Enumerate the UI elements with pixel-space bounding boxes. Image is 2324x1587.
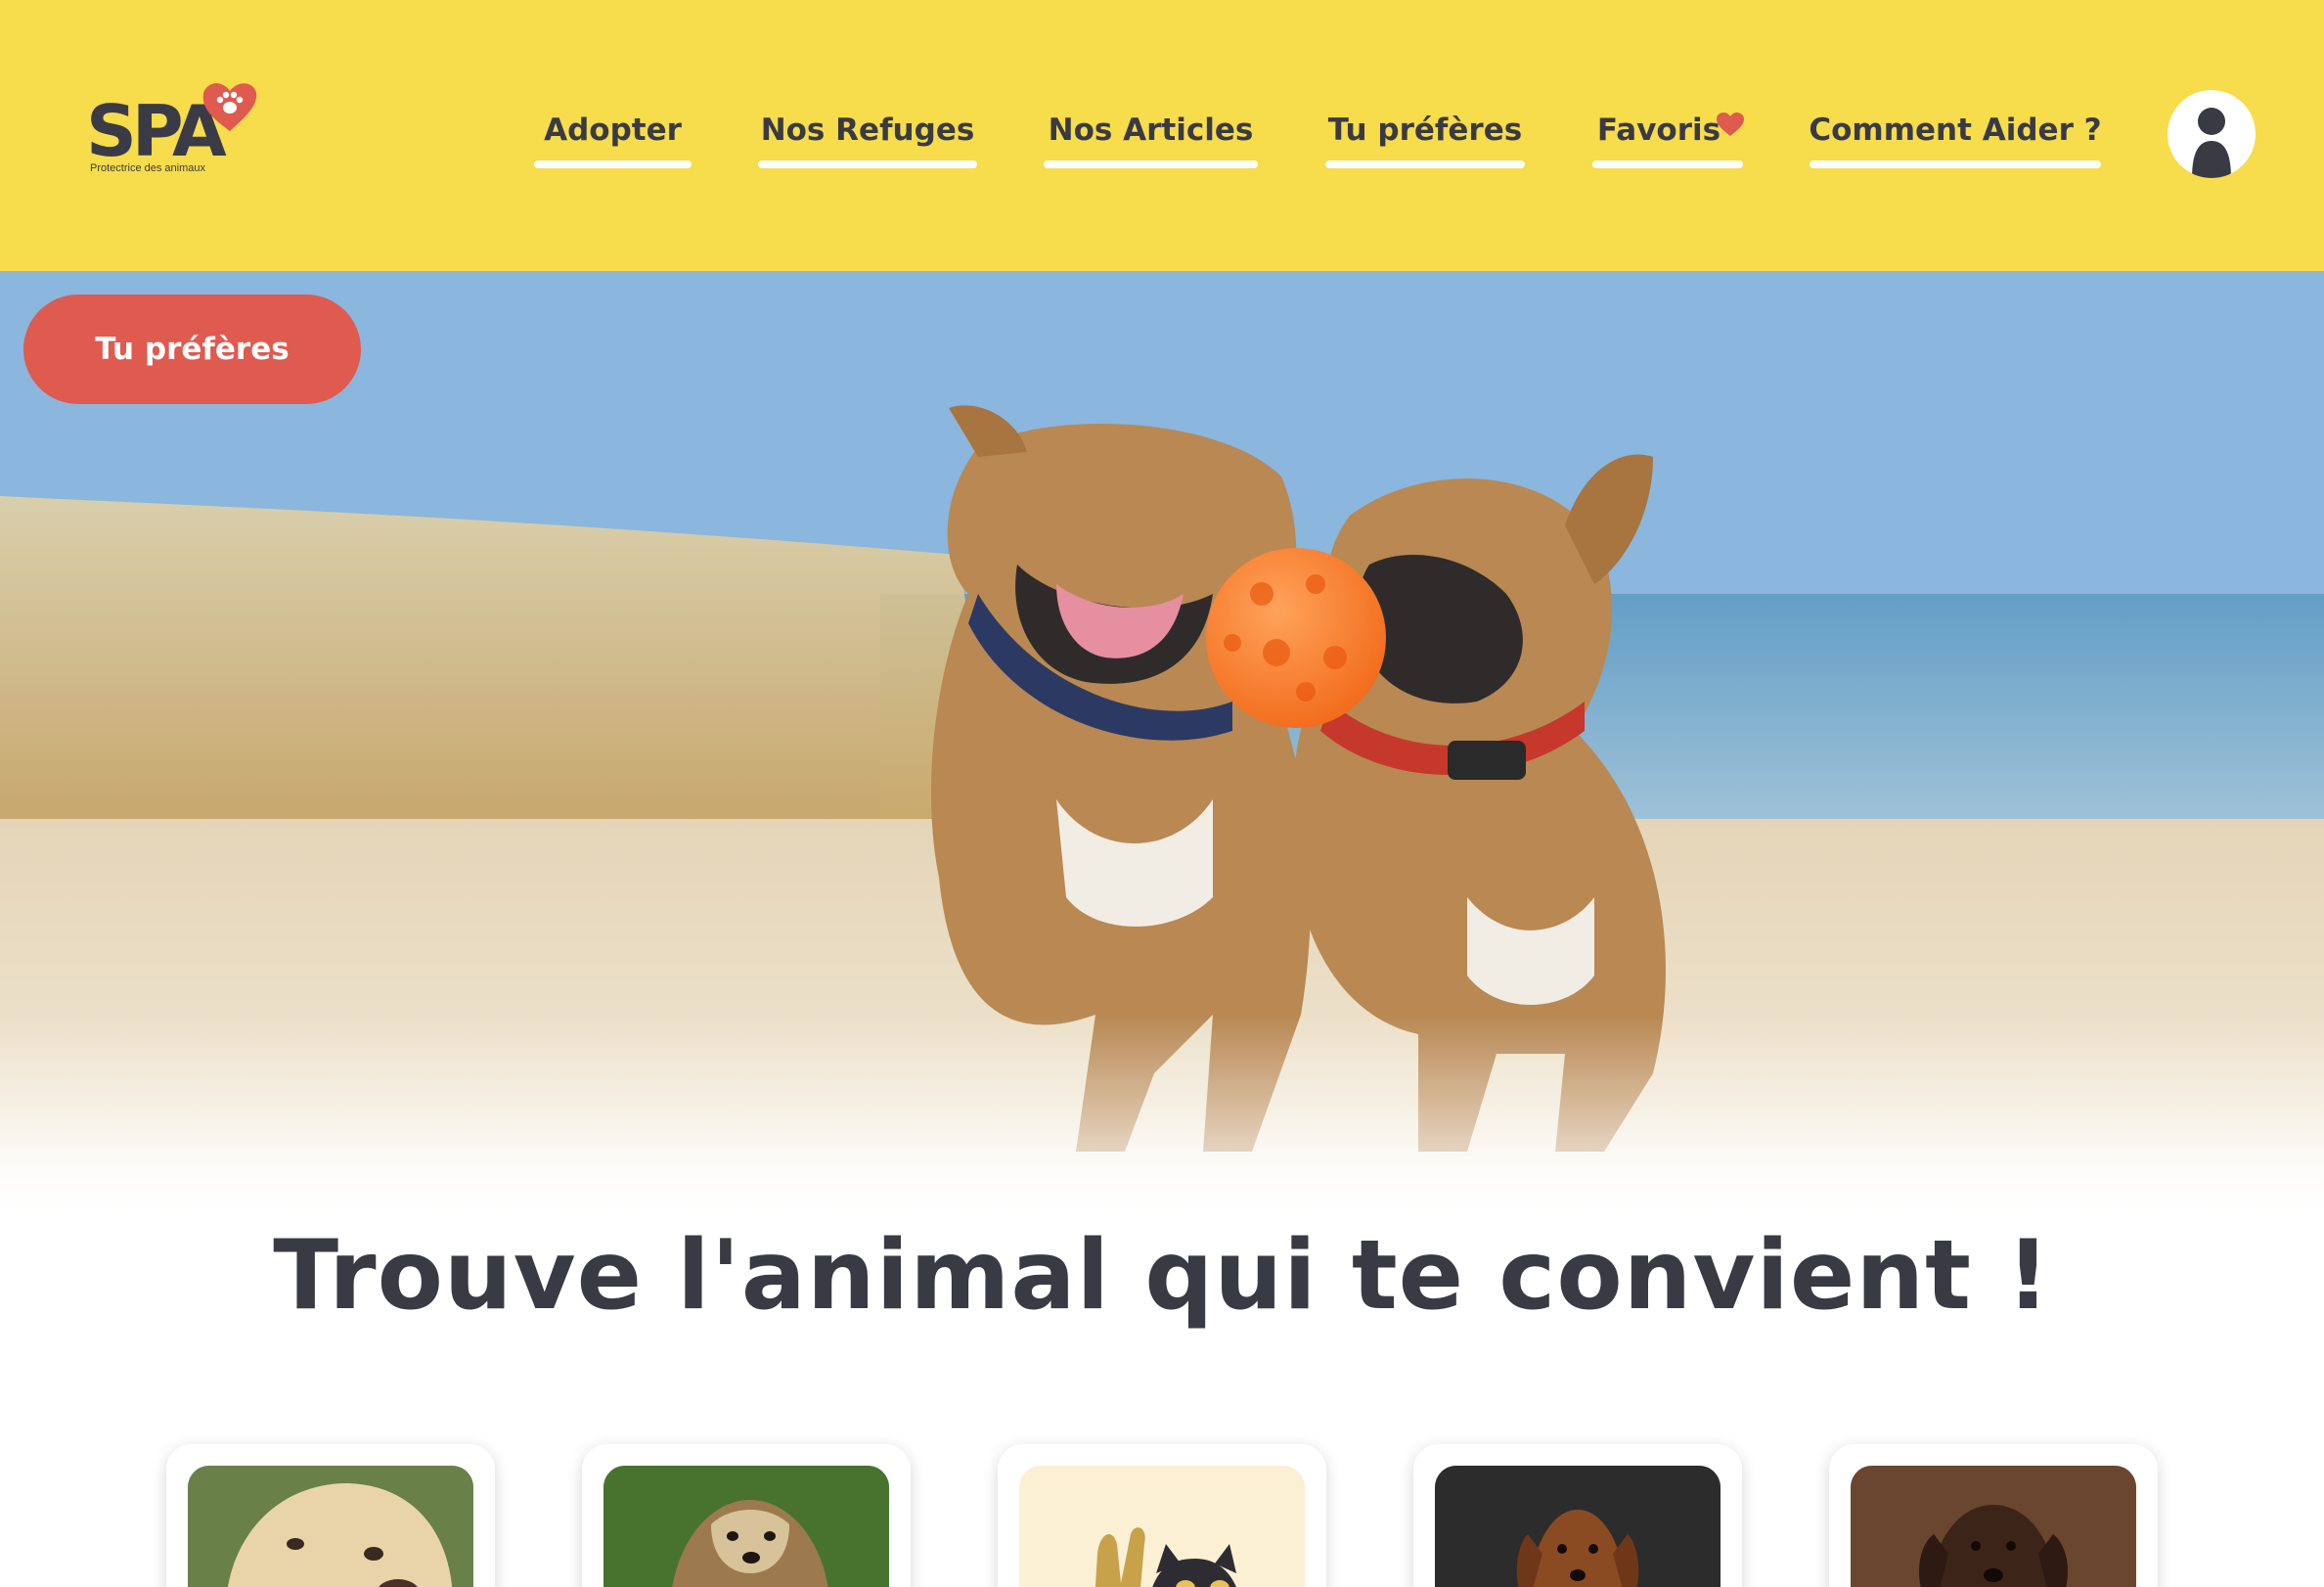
animal-photo: [1019, 1466, 1305, 1587]
animal-photo: [1435, 1466, 1721, 1587]
nav-label: Nos Refuges: [760, 113, 975, 148]
nav-underline: [1325, 160, 1525, 168]
animal-card-dachshund[interactable]: [1413, 1444, 1742, 1587]
animal-cards-row: [0, 1444, 2324, 1587]
main-nav: Adopter Nos Refuges Nos Articles Tu préf…: [0, 110, 2324, 168]
rabbit-cat-illustration: [1019, 1466, 1305, 1587]
animal-card-labrador-senior[interactable]: [166, 1444, 495, 1587]
nav-item-comment-aider[interactable]: Comment Aider ?: [1809, 110, 2102, 168]
user-avatar-icon: [2192, 108, 2231, 178]
nav-item-favoris[interactable]: Favoris: [1592, 110, 1744, 168]
dachshund-photo: [1435, 1466, 1721, 1587]
nav-label: Comment Aider ?: [1809, 113, 2102, 148]
animal-photo: [188, 1466, 473, 1587]
havanese-photo: [603, 1466, 889, 1587]
animal-photo: [1851, 1466, 2136, 1587]
nav-underline: [534, 160, 692, 168]
nav-underline: [1592, 160, 1743, 168]
nav-item-tu-preferes[interactable]: Tu préfères: [1325, 110, 1525, 168]
nav-item-nos-refuges[interactable]: Nos Refuges: [758, 110, 977, 168]
nav-label: Tu préfères: [1327, 113, 1523, 148]
hero-banner: [0, 271, 2324, 1230]
nav-underline: [758, 160, 977, 168]
site-header: SPA Protectrice des animaux Adopter Nos …: [0, 0, 2324, 271]
page-headline: Trouve l'animal qui te convient !: [273, 1220, 2051, 1332]
tu-preferes-button[interactable]: Tu préfères: [23, 295, 361, 404]
nav-underline: [1044, 160, 1258, 168]
orange-ball-shape: [1206, 548, 1386, 728]
animal-card-chocolate-labrador[interactable]: [1829, 1444, 2158, 1587]
animal-card-havanese[interactable]: [582, 1444, 911, 1587]
animal-photo: [603, 1466, 889, 1587]
app-root: SPA Protectrice des animaux Adopter Nos …: [0, 0, 2324, 1587]
chocolate-labrador-photo: [1851, 1466, 2136, 1587]
animal-card-rabbit-cat[interactable]: [998, 1444, 1326, 1587]
nav-item-adopter[interactable]: Adopter: [534, 110, 692, 168]
nav-label: Nos Articles: [1048, 113, 1254, 148]
nav-underline: [1810, 160, 2101, 168]
user-avatar-button[interactable]: [2168, 90, 2256, 178]
nav-label: Adopter: [544, 113, 682, 148]
labrador-photo: [188, 1466, 473, 1587]
hero-image-dogs-beach: [0, 271, 2324, 1230]
nav-item-nos-articles[interactable]: Nos Articles: [1044, 110, 1258, 168]
heart-icon: [1717, 113, 1744, 136]
